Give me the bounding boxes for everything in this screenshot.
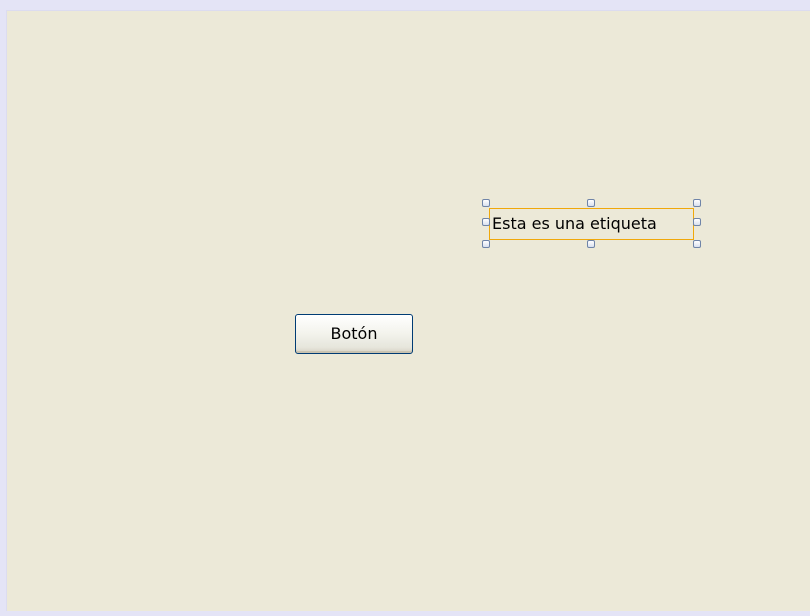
form-bottom-edge xyxy=(0,611,810,616)
designer-window: Botón Esta es una etiqueta xyxy=(0,0,810,616)
resize-handle-middle-left[interactable] xyxy=(482,218,490,226)
resize-handle-middle-right[interactable] xyxy=(693,218,701,226)
resize-handle-bottom-center[interactable] xyxy=(587,240,595,248)
resize-handle-top-left[interactable] xyxy=(482,199,490,207)
resize-handle-top-center[interactable] xyxy=(587,199,595,207)
etiqueta-label[interactable]: Esta es una etiqueta xyxy=(489,208,694,240)
form-design-surface[interactable] xyxy=(6,10,810,611)
boton-button[interactable]: Botón xyxy=(295,314,413,354)
resize-handle-top-right[interactable] xyxy=(693,199,701,207)
resize-handle-bottom-right[interactable] xyxy=(693,240,701,248)
resize-handle-bottom-left[interactable] xyxy=(482,240,490,248)
